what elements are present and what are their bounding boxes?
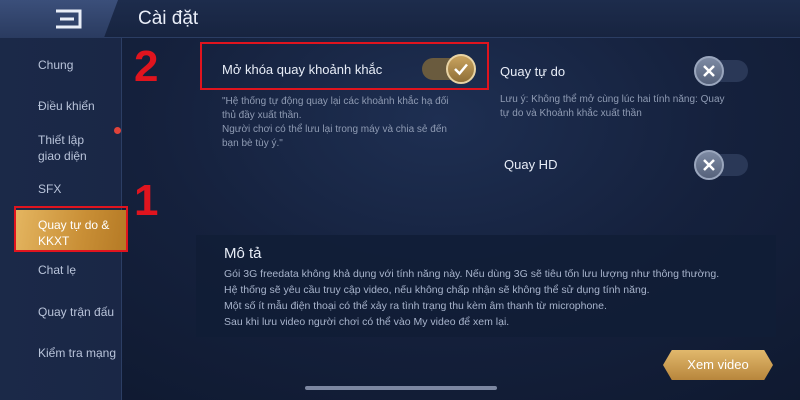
hd-record-label: Quay HD bbox=[504, 157, 558, 172]
free-record-toggle[interactable] bbox=[694, 56, 748, 86]
sidebar-item-quick-chat[interactable]: Chat lẹ bbox=[0, 262, 122, 278]
check-icon bbox=[446, 54, 476, 84]
highlight-box-sidebar bbox=[14, 206, 128, 252]
unlock-moments-note: "Hệ thống tự động quay lại các khoảnh kh… bbox=[222, 96, 449, 149]
unlock-moments-toggle[interactable] bbox=[422, 54, 476, 84]
scrollbar[interactable] bbox=[305, 386, 497, 390]
back-arrow-icon bbox=[56, 9, 82, 29]
step-number-2: 2 bbox=[134, 42, 159, 91]
free-record-label: Quay tự do bbox=[500, 64, 566, 79]
close-icon bbox=[694, 56, 724, 86]
page-title: Cài đặt bbox=[138, 8, 199, 29]
hd-record-toggle[interactable] bbox=[694, 150, 748, 180]
close-icon bbox=[694, 150, 724, 180]
description-title: Mô tả bbox=[224, 245, 262, 262]
watch-video-button[interactable]: Xem video bbox=[663, 350, 773, 380]
notification-dot bbox=[114, 127, 121, 134]
sidebar-item-interface[interactable]: Thiết lập giao diện bbox=[0, 132, 118, 164]
sidebar-item-network-test[interactable]: Kiểm tra mạng bbox=[0, 345, 122, 361]
description-line: Hệ thống sẽ yêu cầu truy cập video, nếu … bbox=[224, 284, 650, 296]
description-line: Gói 3G freedata không khả dụng với tính … bbox=[224, 268, 720, 280]
unlock-moments-label: Mở khóa quay khoảnh khắc bbox=[222, 62, 383, 77]
sidebar-item-sfx[interactable]: SFX bbox=[0, 181, 122, 197]
sidebar-item-match-record[interactable]: Quay trận đấu bbox=[0, 304, 122, 320]
sidebar-item-general[interactable]: Chung bbox=[0, 57, 122, 73]
back-button[interactable] bbox=[0, 0, 118, 38]
description-line: Một số ít mẫu điện thoại có thể xảy ra t… bbox=[224, 300, 607, 312]
top-bar: Cài đặt bbox=[0, 0, 800, 38]
description-panel: Mô tả Gói 3G freedata không khả dụng với… bbox=[196, 235, 776, 337]
free-record-note: Lưu ý: Không thể mở cùng lúc hai tính nă… bbox=[500, 94, 725, 119]
sidebar-item-controls[interactable]: Điều khiển bbox=[0, 98, 122, 114]
description-line: Sau khi lưu video người chơi có thể vào … bbox=[224, 316, 510, 328]
step-number-1: 1 bbox=[134, 176, 159, 225]
